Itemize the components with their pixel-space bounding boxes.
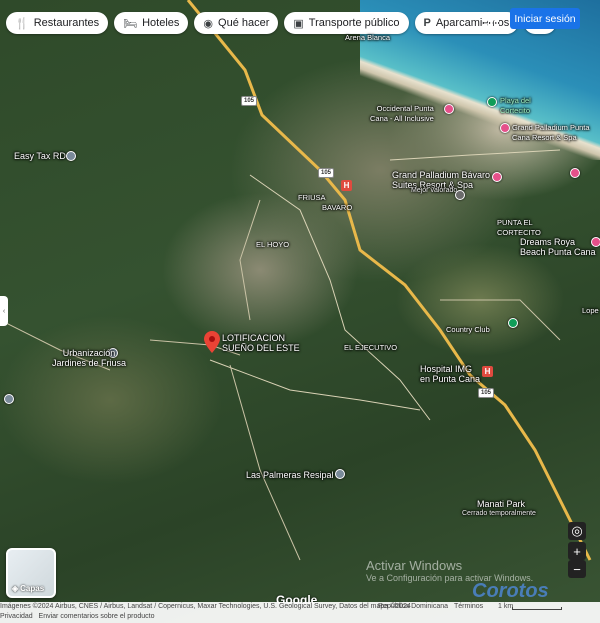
place-label: FRIUSA xyxy=(298,193,326,202)
zoom-in-button[interactable]: + xyxy=(568,542,586,560)
place-label[interactable]: Hospital IMG en Punta Cana xyxy=(420,364,480,384)
hotel-icon[interactable] xyxy=(492,172,502,182)
place-label[interactable]: Dreams Roya Beach Punta Cana xyxy=(520,237,596,257)
sign-in-button[interactable]: Iniciar sesión xyxy=(510,8,580,29)
my-location-button[interactable]: ◎ xyxy=(568,522,586,540)
road-shield: 105 xyxy=(241,96,258,106)
place-label: EL HOYO xyxy=(256,240,290,249)
collapse-panel-button[interactable]: ‹ xyxy=(0,296,8,326)
fork-knife-icon: 🍴 xyxy=(15,17,29,30)
layers-icon: ◈ xyxy=(12,584,19,593)
place-label[interactable]: Grand Palladium Punta Cana Resort & Spa xyxy=(512,123,590,143)
chip-parking[interactable]: P Aparcamientos xyxy=(414,12,519,34)
chip-label: Transporte público xyxy=(308,17,400,29)
place-label: BAVARO xyxy=(322,203,353,212)
location-pin-icon[interactable] xyxy=(335,469,345,479)
local-road xyxy=(239,199,261,321)
hotel-icon[interactable] xyxy=(591,237,600,247)
beach-icon[interactable] xyxy=(487,97,497,107)
chevron-left-icon: ‹ xyxy=(2,307,6,315)
place-label[interactable]: Country Club xyxy=(446,325,490,335)
place-label[interactable]: Las Palmeras Resipal xyxy=(246,470,334,480)
imagery-credit: Imágenes ©2024 Airbus, CNES / Airbus, La… xyxy=(0,603,411,610)
zoom-out-button[interactable]: − xyxy=(568,560,586,578)
chip-label: Restaurantes xyxy=(33,17,100,29)
road-network xyxy=(0,0,592,561)
camera-icon: ◉ xyxy=(203,17,214,30)
feedback-link[interactable]: Enviar comentarios sobre el producto xyxy=(39,613,155,620)
place-label[interactable]: Urbanización Jardines de Friusa xyxy=(52,348,126,368)
plus-icon: + xyxy=(573,543,581,559)
local-road xyxy=(209,359,421,411)
place-status: Cerrado temporalmente xyxy=(462,510,536,517)
bed-icon: 🛏 xyxy=(123,17,138,30)
place-label: EL EJECUTIVO xyxy=(344,343,398,352)
privacy-link[interactable]: Privacidad Enviar comentarios sobre el p… xyxy=(0,613,154,620)
chip-restaurants[interactable]: 🍴 Restaurantes xyxy=(6,12,109,34)
place-label[interactable]: Arena Blanca xyxy=(345,33,390,43)
store-icon[interactable] xyxy=(455,190,465,200)
road-shield: 105 xyxy=(318,168,335,178)
layers-label: Capas xyxy=(20,584,45,593)
local-road xyxy=(389,149,561,161)
country-label: República Dominicana xyxy=(378,603,449,610)
location-pin-icon[interactable] xyxy=(66,151,76,161)
hospital-icon[interactable]: H xyxy=(482,366,493,377)
location-target-icon: ◎ xyxy=(571,523,583,538)
golf-icon[interactable] xyxy=(508,318,518,328)
category-chip-bar: 🍴 Restaurantes 🛏 Hoteles ◉ Qué hacer ▣ Trans… xyxy=(6,12,557,34)
chip-hotels[interactable]: 🛏 Hoteles xyxy=(114,12,189,34)
local-road xyxy=(229,364,301,561)
place-rating: Mejor valorado xyxy=(411,187,458,194)
apps-grid-icon[interactable] xyxy=(482,11,500,29)
minus-icon: − xyxy=(573,561,581,577)
corotos-watermark: Corotos xyxy=(472,580,549,602)
hotel-icon[interactable] xyxy=(500,123,510,133)
chip-transit[interactable]: ▣ Transporte público xyxy=(284,12,409,34)
hospital-icon[interactable]: H xyxy=(341,180,352,191)
chip-label: Hoteles xyxy=(142,17,180,29)
hotel-icon[interactable] xyxy=(444,104,454,114)
place-label[interactable]: Manati Park xyxy=(477,499,525,509)
place-label[interactable]: Occidental Punta Cana - All Inclusive xyxy=(370,104,434,124)
place-label[interactable]: Easy Tax RD xyxy=(14,151,66,161)
parking-icon: P xyxy=(423,17,431,29)
hotel-icon[interactable] xyxy=(570,168,580,178)
scale-bar xyxy=(512,607,562,610)
selected-location-pin-icon[interactable] xyxy=(204,331,220,353)
terms-link[interactable]: Términos xyxy=(454,603,483,610)
road-shield: 105 xyxy=(478,388,495,398)
scale-label[interactable]: 1 km xyxy=(498,603,513,610)
location-pin-icon[interactable] xyxy=(4,394,14,404)
layers-button[interactable]: ◈ Capas xyxy=(6,548,56,598)
place-label[interactable]: Lope xyxy=(582,306,599,316)
watermark-title: Activar Windows xyxy=(366,558,463,573)
place-label: PUNTA EL CORTECITO xyxy=(497,218,541,237)
selected-place-label[interactable]: LOTIFICACION SUEÑO DEL ESTE xyxy=(222,333,300,353)
satellite-map[interactable]: 🍴 Restaurantes 🛏 Hoteles ◉ Qué hacer ▣ Trans… xyxy=(0,0,600,623)
bus-icon: ▣ xyxy=(293,17,304,30)
chip-things-to-do[interactable]: ◉ Qué hacer xyxy=(194,12,279,34)
attribution-bar: Imágenes ©2024 Airbus, CNES / Airbus, La… xyxy=(0,602,600,623)
chip-label: Qué hacer xyxy=(218,17,270,29)
place-label[interactable]: Playa del Cortecito xyxy=(500,96,531,116)
